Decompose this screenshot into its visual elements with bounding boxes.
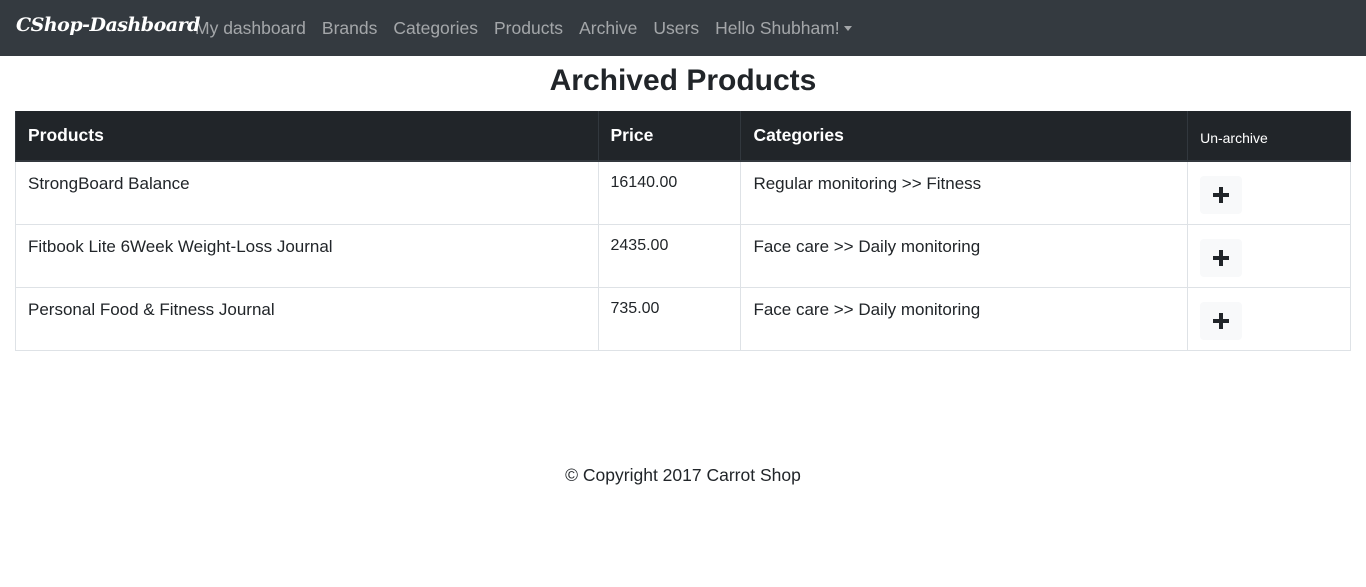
caret-down-icon (843, 25, 852, 31)
plus-icon (1213, 312, 1230, 329)
product-name: StrongBoard Balance (15, 160, 599, 225)
product-price: 16140.00 (597, 160, 742, 225)
header-price: Price (597, 111, 742, 162)
product-name: Personal Food & Fitness Journal (15, 286, 599, 351)
unarchive-cell (1187, 286, 1351, 351)
table-row: Personal Food & Fitness Journal 735.00 F… (15, 286, 1351, 351)
product-category: Face care >> Daily monitoring (740, 286, 1189, 351)
table-row: StrongBoard Balance 16140.00 Regular mon… (15, 160, 1351, 225)
plus-icon (1213, 187, 1230, 203)
top-navbar: CShop-Dashboard My dashboard Brands Cate… (0, 0, 1366, 56)
footer-copyright: © Copyright 2017 Carrot Shop (565, 465, 801, 485)
nav-link-my-dashboard[interactable]: My dashboard (187, 18, 314, 39)
header-unarchive: Un-archive (1187, 111, 1351, 162)
nav-link-users[interactable]: Users (645, 18, 707, 39)
product-price: 2435.00 (597, 223, 742, 288)
table-header-row: Products Price Categories Un-archive (15, 111, 1351, 162)
product-name: Fitbook Lite 6Week Weight-Loss Journal (15, 223, 599, 288)
table-row: Fitbook Lite 6Week Weight-Loss Journal 2… (15, 223, 1351, 288)
unarchive-button[interactable] (1200, 301, 1243, 340)
plus-icon (1213, 249, 1230, 266)
nav-link-products[interactable]: Products (486, 18, 571, 39)
unarchive-cell (1187, 160, 1351, 225)
header-categories: Categories (740, 111, 1189, 162)
nav-links: My dashboard Brands Categories Products … (187, 0, 860, 56)
user-menu-dropdown[interactable]: Hello Shubham! (707, 18, 860, 39)
nav-link-categories[interactable]: Categories (385, 18, 486, 39)
product-price: 735.00 (597, 286, 742, 351)
brand-logo[interactable]: CShop-Dashboard (16, 14, 200, 36)
product-category: Face care >> Daily monitoring (740, 223, 1189, 288)
unarchive-cell (1187, 223, 1351, 288)
user-menu-label: Hello Shubham! (715, 17, 840, 38)
archived-products-table: Products Price Categories Un-archive Str… (15, 111, 1351, 351)
product-category: Regular monitoring >> Fitness (740, 160, 1189, 225)
nav-link-archive[interactable]: Archive (571, 18, 645, 39)
unarchive-button[interactable] (1200, 176, 1243, 214)
header-products: Products (15, 111, 599, 162)
nav-link-brands[interactable]: Brands (314, 18, 385, 39)
page-title: Archived Products (549, 64, 817, 97)
unarchive-button[interactable] (1200, 238, 1243, 277)
